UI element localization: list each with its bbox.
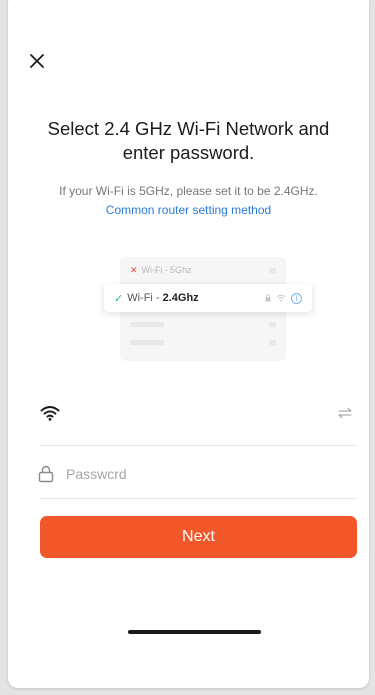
lock-icon bbox=[265, 294, 271, 302]
illustration-row-24ghz: ✓ Wi-Fi - 2.4Ghz i bbox=[104, 284, 312, 312]
page-title: Select 2.4 GHz Wi-Fi Network and enter p… bbox=[47, 118, 330, 163]
close-button[interactable] bbox=[26, 50, 48, 72]
password-field bbox=[38, 454, 357, 494]
info-icon: i bbox=[291, 292, 302, 304]
divider bbox=[40, 498, 357, 499]
cross-icon: ✕ bbox=[130, 264, 138, 275]
next-button[interactable]: Next bbox=[40, 516, 357, 558]
divider bbox=[40, 445, 357, 446]
illustration-row-5ghz: ✕ Wi-Fi - 5Ghz bbox=[120, 259, 286, 281]
screen: Select 2.4 GHz Wi-Fi Network and enter p… bbox=[8, 0, 369, 688]
wifi-network-input[interactable] bbox=[72, 398, 333, 428]
home-indicator[interactable] bbox=[128, 630, 261, 634]
lock-icon bbox=[38, 465, 54, 483]
band-hint-text: If your Wi-Fi is 5GHz, please set it to … bbox=[59, 184, 318, 198]
switch-network-button[interactable] bbox=[333, 401, 357, 425]
wifi-network-field bbox=[40, 392, 357, 434]
illustration-placeholder bbox=[269, 267, 276, 273]
wifi-icon bbox=[276, 294, 286, 302]
router-setting-link[interactable]: Common router setting method bbox=[8, 202, 369, 218]
password-input[interactable] bbox=[66, 459, 357, 489]
switch-network-icon bbox=[338, 407, 352, 419]
wifi-icon bbox=[40, 406, 60, 421]
check-icon: ✓ bbox=[114, 292, 124, 305]
illustration-row bbox=[120, 331, 286, 353]
close-icon bbox=[30, 54, 44, 68]
